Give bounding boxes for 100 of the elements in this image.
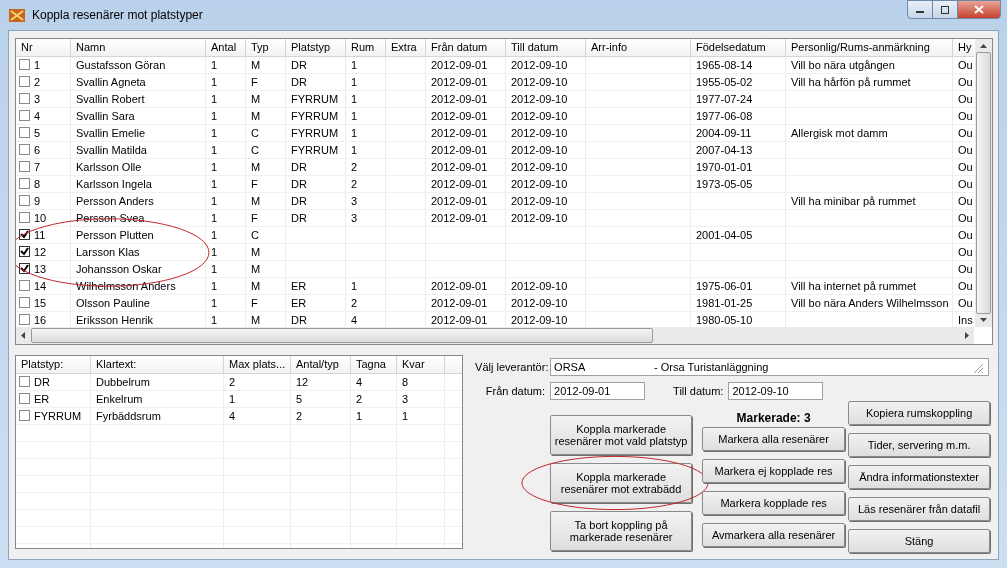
action-button[interactable]: Stäng — [848, 529, 991, 553]
table-cell: 12 — [296, 376, 309, 388]
table-cell: Vill ha hårfön på rummet — [791, 76, 911, 88]
table-cell: 1 — [356, 410, 363, 422]
table-cell: 5 — [296, 393, 303, 405]
table-cell: 1 — [211, 246, 218, 258]
action-button[interactable]: Markera kopplade res — [702, 491, 846, 515]
column-header[interactable]: Platstyp — [291, 41, 331, 53]
table-cell: 1 — [211, 110, 218, 122]
column-header[interactable]: Födelsedatum — [696, 41, 766, 53]
table-cell: Johansson Oskar — [76, 263, 162, 275]
date-field[interactable]: 2012-09-01 — [550, 382, 646, 400]
maximize-button[interactable] — [932, 0, 958, 19]
column-header[interactable]: Klartext: — [96, 358, 137, 370]
row-checkbox[interactable] — [19, 410, 30, 421]
row-checkbox[interactable] — [19, 314, 30, 325]
table-cell: 2012-09-10 — [511, 59, 568, 71]
table-cell: 13 — [34, 263, 47, 275]
close-icon[interactable] — [974, 5, 984, 14]
scroll-left-icon[interactable] — [21, 332, 25, 339]
row-checkbox[interactable] — [19, 280, 30, 291]
resize-grip-icon[interactable] — [972, 362, 985, 374]
action-button[interactable]: Koppla markerade resenärer mot extrabädd — [550, 463, 693, 503]
row-checkbox[interactable] — [19, 59, 30, 70]
action-button[interactable]: Kopiera rumskoppling — [848, 401, 991, 425]
table-cell: 2 — [351, 297, 358, 309]
column-header[interactable]: Arr-info — [591, 41, 628, 53]
table-cell: F — [251, 212, 258, 224]
row-checkbox[interactable] — [19, 376, 30, 387]
column-header[interactable]: Nr — [21, 41, 33, 53]
column-header[interactable]: Från datum — [431, 41, 488, 53]
row-checkbox[interactable] — [19, 229, 30, 240]
vertical-scrollbar[interactable] — [975, 39, 992, 327]
action-button[interactable]: Markera ej kopplade res — [702, 459, 846, 483]
table-cell: 2012-09-01 — [431, 280, 488, 292]
row-checkbox[interactable] — [19, 93, 30, 104]
action-button[interactable]: Läs resenärer från datafil — [848, 497, 991, 521]
column-header[interactable]: Namn — [76, 41, 106, 53]
table-cell: 1955-05-02 — [696, 76, 753, 88]
action-button[interactable]: Ta bort koppling på markerade resenärer — [550, 511, 693, 551]
table-cell: 9 — [34, 195, 41, 207]
table-cell: 2 — [351, 161, 358, 173]
close-button[interactable] — [957, 0, 1001, 19]
column-header[interactable]: Till datum — [511, 41, 559, 53]
action-button[interactable]: Ändra informationstexter — [848, 465, 991, 489]
maximize-icon[interactable] — [940, 5, 950, 14]
scroll-right-icon[interactable] — [965, 332, 969, 339]
row-checkbox[interactable] — [19, 144, 30, 155]
column-header[interactable]: Kvar — [402, 358, 425, 370]
field-label: Välj leverantör: — [475, 361, 546, 373]
row-checkbox[interactable] — [19, 393, 30, 404]
column-header[interactable]: Typ — [251, 41, 269, 53]
column-header[interactable]: Personlig/Rums-anmärkning — [791, 41, 930, 53]
column-header[interactable]: Antal — [211, 41, 237, 53]
table-cell: Svallin Agneta — [76, 76, 146, 88]
table-cell: Persson Anders — [76, 195, 154, 207]
row-checkbox[interactable] — [19, 161, 30, 172]
table-cell: 1977-07-24 — [696, 93, 753, 105]
table-cell: C — [251, 144, 259, 156]
column-header[interactable]: Antal/typ — [296, 358, 339, 370]
action-button[interactable]: Tider, servering m.m. — [848, 433, 991, 457]
table-cell: Dubbelrum — [96, 376, 150, 388]
table-cell: 1973-05-05 — [696, 178, 753, 190]
column-header[interactable]: Platstyp: — [21, 358, 64, 370]
column-header[interactable]: Hy — [958, 41, 972, 53]
table-cell: 11 — [34, 229, 46, 241]
table-cell: 14 — [34, 280, 47, 292]
table-cell: 1981-01-25 — [696, 297, 753, 309]
horizontal-scrollbar[interactable] — [16, 327, 974, 344]
row-checkbox[interactable] — [19, 263, 30, 274]
row-checkbox[interactable] — [19, 195, 30, 206]
column-header[interactable]: Tagna — [356, 358, 386, 370]
field-label: Från datum: — [484, 385, 546, 397]
column-header[interactable]: Max plats... — [229, 358, 286, 370]
table-cell: 1 — [211, 314, 218, 326]
table-cell: 2012-09-10 — [511, 127, 568, 139]
column-header[interactable]: Extra — [391, 41, 417, 53]
minimize-button[interactable] — [907, 0, 933, 19]
marked-count: Markerade: 3 — [735, 411, 812, 425]
column-header[interactable]: Rum — [351, 41, 375, 53]
table-cell: 2012-09-01 — [431, 178, 488, 190]
row-checkbox[interactable] — [19, 76, 30, 87]
action-button[interactable]: Avmarkera alla resenärer — [702, 523, 846, 547]
table-cell: 1 — [211, 229, 218, 241]
row-checkbox[interactable] — [19, 212, 30, 223]
scroll-down-icon[interactable] — [980, 318, 987, 322]
table-cell: 2012-09-10 — [511, 144, 568, 156]
table-cell: C — [251, 229, 259, 241]
row-checkbox[interactable] — [19, 127, 30, 138]
row-checkbox[interactable] — [19, 110, 30, 121]
action-button[interactable]: Koppla markerade resenärer mot vald platstyp — [550, 415, 693, 455]
table-cell: Ins — [958, 314, 973, 326]
supplier-field[interactable]: ORSA - Orsa Turistanläggning — [550, 358, 990, 376]
date-field[interactable]: 2012-09-10 — [728, 382, 824, 400]
action-button[interactable]: Markera alla resenärer — [702, 427, 846, 451]
row-checkbox[interactable] — [19, 297, 30, 308]
table-cell: 1 — [211, 178, 218, 190]
scroll-up-icon[interactable] — [980, 44, 987, 48]
row-checkbox[interactable] — [19, 246, 30, 257]
row-checkbox[interactable] — [19, 178, 30, 189]
